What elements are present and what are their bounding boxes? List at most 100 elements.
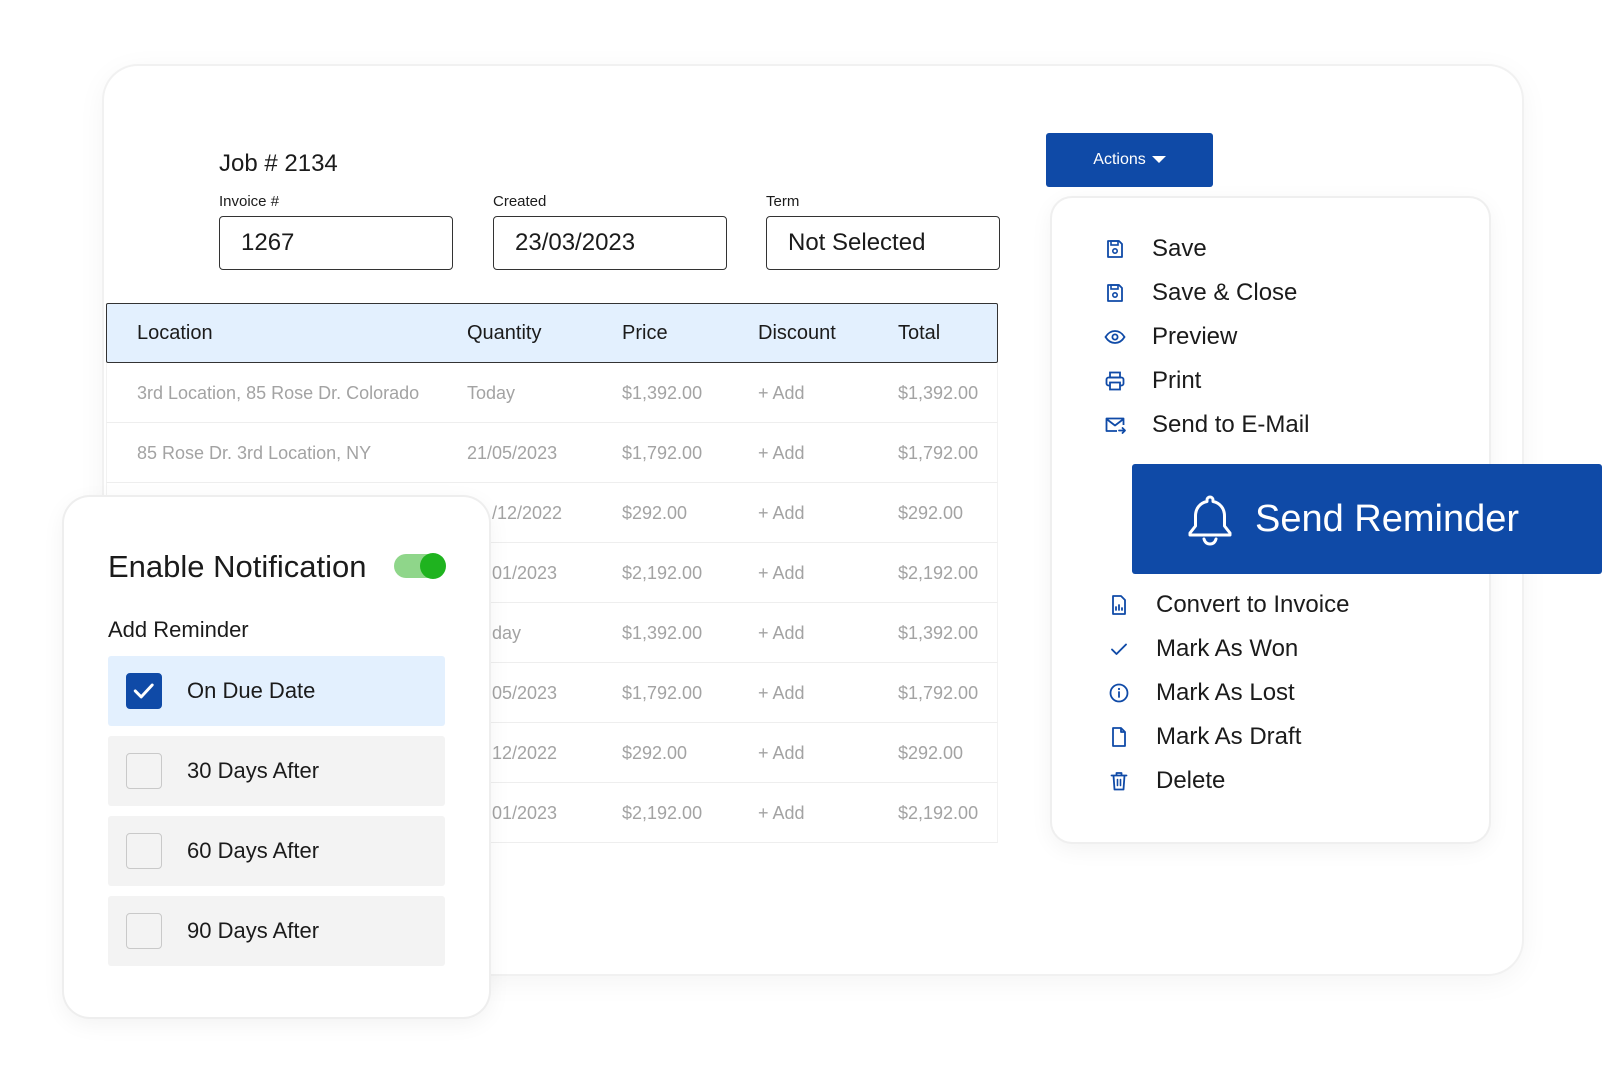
menu-item-label: Save bbox=[1152, 235, 1207, 262]
menu-item-mark-won[interactable]: Mark As Won bbox=[1052, 629, 1489, 669]
term-select[interactable]: Not Selected bbox=[766, 216, 1000, 270]
menu-item-label: Print bbox=[1152, 367, 1202, 394]
eye-icon bbox=[1104, 330, 1126, 344]
reminder-option-30-days[interactable]: 30 Days After bbox=[108, 736, 445, 806]
cell-quantity: 12/2022 bbox=[492, 743, 558, 763]
cell-total: $1,792.00 bbox=[898, 443, 979, 463]
menu-item-mark-lost[interactable]: Mark As Lost bbox=[1052, 673, 1489, 713]
column-header-discount[interactable]: Discount bbox=[758, 304, 836, 362]
add-reminder-label: Add Reminder bbox=[108, 617, 249, 642]
reminder-option-60-days[interactable]: 60 Days After bbox=[108, 816, 445, 886]
add-discount-link[interactable]: + Add bbox=[758, 663, 805, 723]
mail-send-icon bbox=[1105, 417, 1126, 434]
checkbox[interactable] bbox=[126, 753, 162, 789]
add-discount-link[interactable]: + Add bbox=[758, 603, 805, 663]
notification-title: Enable Notification bbox=[108, 549, 367, 584]
column-header-location[interactable]: Location bbox=[137, 304, 213, 362]
trash-icon bbox=[1110, 772, 1128, 791]
menu-item-label: Mark As Draft bbox=[1156, 723, 1302, 750]
cell-total: $292.00 bbox=[898, 503, 964, 523]
cell-location: 85 Rose Dr. 3rd Location, NY bbox=[137, 443, 372, 463]
reminder-option-label: 30 Days After bbox=[187, 758, 320, 783]
column-header-price[interactable]: Price bbox=[622, 304, 668, 362]
reminder-option-90-days[interactable]: 90 Days After bbox=[108, 896, 445, 966]
caret-down-icon bbox=[1151, 156, 1166, 164]
cell-quantity: 01/2023 bbox=[492, 563, 558, 583]
menu-item-delete[interactable]: Delete bbox=[1052, 761, 1489, 801]
cell-price: $292.00 bbox=[622, 743, 688, 763]
menu-item-print[interactable]: Print bbox=[1052, 361, 1489, 401]
cell-quantity: /12/2022 bbox=[492, 503, 563, 523]
add-discount-link[interactable]: + Add bbox=[758, 543, 805, 603]
menu-item-save[interactable]: Save bbox=[1052, 229, 1489, 269]
reminder-option-label: On Due Date bbox=[187, 678, 316, 703]
cell-quantity: day bbox=[492, 623, 522, 643]
add-discount-link[interactable]: + Add bbox=[758, 723, 805, 783]
cell-price: $292.00 bbox=[622, 503, 688, 523]
column-header-quantity[interactable]: Quantity bbox=[467, 304, 541, 362]
menu-item-label: Delete bbox=[1156, 767, 1226, 794]
checkbox[interactable] bbox=[126, 913, 162, 949]
add-discount-link[interactable]: + Add bbox=[758, 423, 805, 483]
created-date-field[interactable]: 23/03/2023 bbox=[493, 216, 727, 270]
info-icon bbox=[1109, 683, 1129, 703]
cell-price: $1,392.00 bbox=[622, 623, 703, 643]
cell-total: $1,392.00 bbox=[898, 383, 979, 403]
reminder-option-on-due-date[interactable]: On Due Date bbox=[108, 656, 445, 726]
toggle-knob bbox=[420, 553, 446, 579]
invoice-icon bbox=[1112, 595, 1126, 615]
bell-icon bbox=[1188, 495, 1232, 546]
cell-price: $1,792.00 bbox=[622, 683, 703, 703]
created-label: Created bbox=[493, 193, 547, 210]
actions-dropdown-button[interactable]: Actions bbox=[1046, 133, 1213, 187]
cell-price: $2,192.00 bbox=[622, 563, 703, 583]
add-discount-link[interactable]: + Add bbox=[758, 783, 805, 843]
save-close-icon bbox=[1107, 284, 1123, 302]
cell-total: $2,192.00 bbox=[898, 803, 979, 823]
checkbox-checked[interactable] bbox=[126, 673, 162, 709]
job-title: Job # 2134 bbox=[219, 150, 338, 177]
menu-item-save-close[interactable]: Save & Close bbox=[1052, 273, 1489, 313]
cell-price: $1,792.00 bbox=[622, 443, 703, 463]
menu-item-label: Preview bbox=[1152, 323, 1238, 350]
reminder-option-label: 60 Days After bbox=[187, 838, 320, 863]
printer-icon bbox=[1105, 371, 1125, 391]
column-header-total[interactable]: Total bbox=[898, 304, 940, 362]
table-row[interactable]: 3rd Location, 85 Rose Dr. Colorado Today… bbox=[106, 363, 998, 423]
invoice-number-field[interactable]: 1267 bbox=[219, 216, 453, 270]
add-discount-link[interactable]: + Add bbox=[758, 483, 805, 543]
menu-item-send-email[interactable]: Send to E-Mail bbox=[1052, 405, 1489, 445]
checkbox[interactable] bbox=[126, 833, 162, 869]
menu-item-label: Mark As Won bbox=[1156, 635, 1299, 662]
cell-price: $1,392.00 bbox=[622, 383, 703, 403]
actions-label: Actions bbox=[1093, 151, 1146, 168]
send-reminder-button[interactable]: Send Reminder bbox=[1132, 464, 1602, 574]
reminder-option-label: 90 Days After bbox=[187, 918, 320, 943]
cell-location: 3rd Location, 85 Rose Dr. Colorado bbox=[137, 383, 420, 403]
term-label: Term bbox=[766, 193, 800, 210]
table-row[interactable]: 85 Rose Dr. 3rd Location, NY 21/05/2023 … bbox=[106, 423, 998, 483]
cell-total: $1,392.00 bbox=[898, 623, 979, 643]
save-icon bbox=[1107, 240, 1123, 258]
check-icon bbox=[1111, 643, 1127, 655]
cell-quantity: Today bbox=[467, 383, 516, 403]
cell-total: $1,792.00 bbox=[898, 683, 979, 703]
menu-item-label: Send to E-Mail bbox=[1152, 411, 1310, 438]
cell-quantity: 01/2023 bbox=[492, 803, 558, 823]
cell-quantity: 21/05/2023 bbox=[467, 443, 558, 463]
menu-item-label: Convert to Invoice bbox=[1156, 591, 1350, 618]
cell-price: $2,192.00 bbox=[622, 803, 703, 823]
send-reminder-label: Send Reminder bbox=[1255, 498, 1520, 540]
menu-item-label: Save & Close bbox=[1152, 279, 1298, 306]
menu-item-preview[interactable]: Preview bbox=[1052, 317, 1489, 357]
menu-item-convert-invoice[interactable]: Convert to Invoice bbox=[1052, 585, 1489, 625]
check-icon bbox=[133, 683, 154, 699]
notification-panel: Enable Notification Add Reminder On Due … bbox=[64, 497, 489, 1017]
table-header: Location Quantity Price Discount Total bbox=[106, 303, 998, 363]
add-discount-link[interactable]: + Add bbox=[758, 363, 805, 423]
menu-item-label: Mark As Lost bbox=[1156, 679, 1295, 706]
cell-total: $292.00 bbox=[898, 743, 964, 763]
notification-toggle[interactable] bbox=[394, 553, 446, 579]
menu-item-mark-draft[interactable]: Mark As Draft bbox=[1052, 717, 1489, 757]
cell-quantity: 05/2023 bbox=[492, 683, 558, 703]
